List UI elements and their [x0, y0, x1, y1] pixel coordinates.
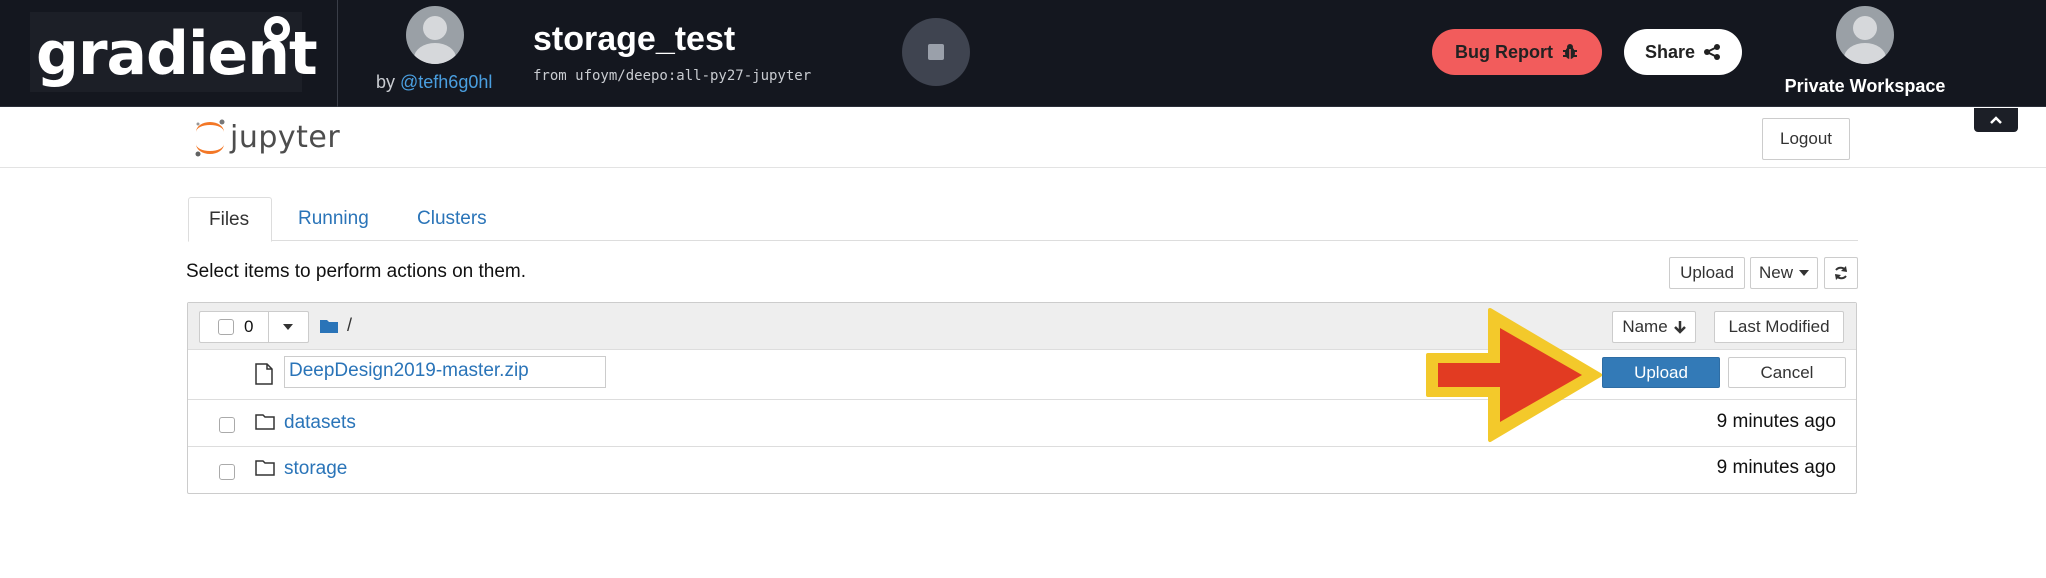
tab-running[interactable]: Running	[278, 197, 389, 241]
selected-count: 0	[244, 317, 254, 336]
author-prefix: by	[376, 72, 401, 92]
file-list: 0 / Name Last Modified DeepDesign2019-ma…	[187, 302, 1857, 494]
gradient-logo[interactable]: gradient	[30, 12, 318, 92]
share-label: Share	[1644, 41, 1696, 62]
cancel-upload-button[interactable]: Cancel	[1728, 357, 1846, 388]
folder-icon	[255, 460, 275, 476]
bug-icon	[1563, 44, 1577, 59]
share-icon	[1704, 44, 1721, 60]
select-all-group: 0	[199, 311, 309, 343]
new-dropdown-button[interactable]: New	[1750, 257, 1818, 289]
share-button[interactable]: Share	[1624, 29, 1742, 75]
breadcrumb-root[interactable]: /	[347, 315, 352, 336]
bug-report-label: Bug Report	[1455, 41, 1553, 62]
file-icon	[255, 363, 273, 385]
folder-icon[interactable]	[319, 318, 339, 334]
caret-down-icon	[283, 324, 294, 330]
selection-hint: Select items to perform actions on them.	[186, 261, 527, 282]
tab-bar: Files Running Clusters	[188, 197, 1858, 242]
pending-upload-row: DeepDesign2019-master.zip Upload Cancel	[188, 350, 1856, 400]
folder-link-datasets[interactable]: datasets	[284, 412, 356, 434]
stop-button[interactable]	[902, 18, 970, 86]
collapse-header-button[interactable]	[1974, 108, 2018, 132]
sort-name-label: Name	[1622, 317, 1668, 336]
last-modified: 9 minutes ago	[1716, 457, 1836, 478]
new-label: New	[1758, 263, 1793, 282]
refresh-button[interactable]	[1824, 257, 1858, 289]
last-modified: 9 minutes ago	[1716, 411, 1836, 432]
logo-dot-icon	[264, 16, 290, 42]
jupyter-logo-text: jupyter	[230, 120, 341, 155]
workspace-avatar[interactable]	[1836, 6, 1894, 64]
select-all-toggle[interactable]: 0	[200, 312, 269, 342]
workspace-label[interactable]: Private Workspace	[1770, 76, 1960, 97]
top-bar: gradient by @tefh6g0hl storage_test from…	[0, 0, 2046, 107]
jupyter-logo-icon	[195, 119, 225, 157]
logout-button[interactable]: Logout	[1762, 118, 1850, 160]
folder-icon	[255, 414, 275, 430]
tab-clusters[interactable]: Clusters	[397, 197, 507, 241]
project-container-image: from ufoym/deepo:all-py27-jupyter	[533, 68, 812, 84]
author-line: by @tefh6g0hl	[376, 72, 492, 93]
list-item[interactable]: storage 9 minutes ago	[188, 447, 1856, 493]
author-avatar[interactable]	[406, 6, 464, 64]
author-handle-link[interactable]: @tefh6g0hl	[400, 72, 492, 92]
row-checkbox[interactable]	[219, 464, 235, 480]
list-item[interactable]: datasets 9 minutes ago	[188, 400, 1856, 447]
tab-files[interactable]: Files	[188, 197, 272, 242]
divider	[337, 0, 338, 107]
sort-by-modified-button[interactable]: Last Modified	[1714, 311, 1844, 343]
breadcrumb: /	[319, 315, 352, 336]
arrow-down-icon	[1673, 321, 1686, 334]
sort-by-name-button[interactable]: Name	[1612, 311, 1696, 343]
project-title: storage_test	[533, 20, 736, 58]
folder-link-storage[interactable]: storage	[284, 458, 347, 480]
row-checkbox[interactable]	[219, 417, 235, 433]
jupyter-header: jupyter Logout	[0, 108, 2046, 168]
select-all-checkbox[interactable]	[218, 319, 234, 335]
caret-down-icon	[1799, 270, 1809, 276]
upload-filename-field[interactable]: DeepDesign2019-master.zip	[284, 356, 606, 388]
confirm-upload-button[interactable]: Upload	[1602, 357, 1720, 388]
jupyter-logo[interactable]: jupyter	[190, 114, 350, 162]
upload-files-button[interactable]: Upload	[1669, 257, 1745, 289]
file-list-header: 0 / Name Last Modified	[188, 303, 1856, 350]
refresh-icon	[1835, 266, 1847, 280]
select-menu-button[interactable]	[269, 312, 308, 342]
chevron-up-icon	[1990, 116, 2002, 124]
annotation-arrow-icon	[1426, 308, 1602, 442]
bug-report-button[interactable]: Bug Report	[1432, 29, 1602, 75]
